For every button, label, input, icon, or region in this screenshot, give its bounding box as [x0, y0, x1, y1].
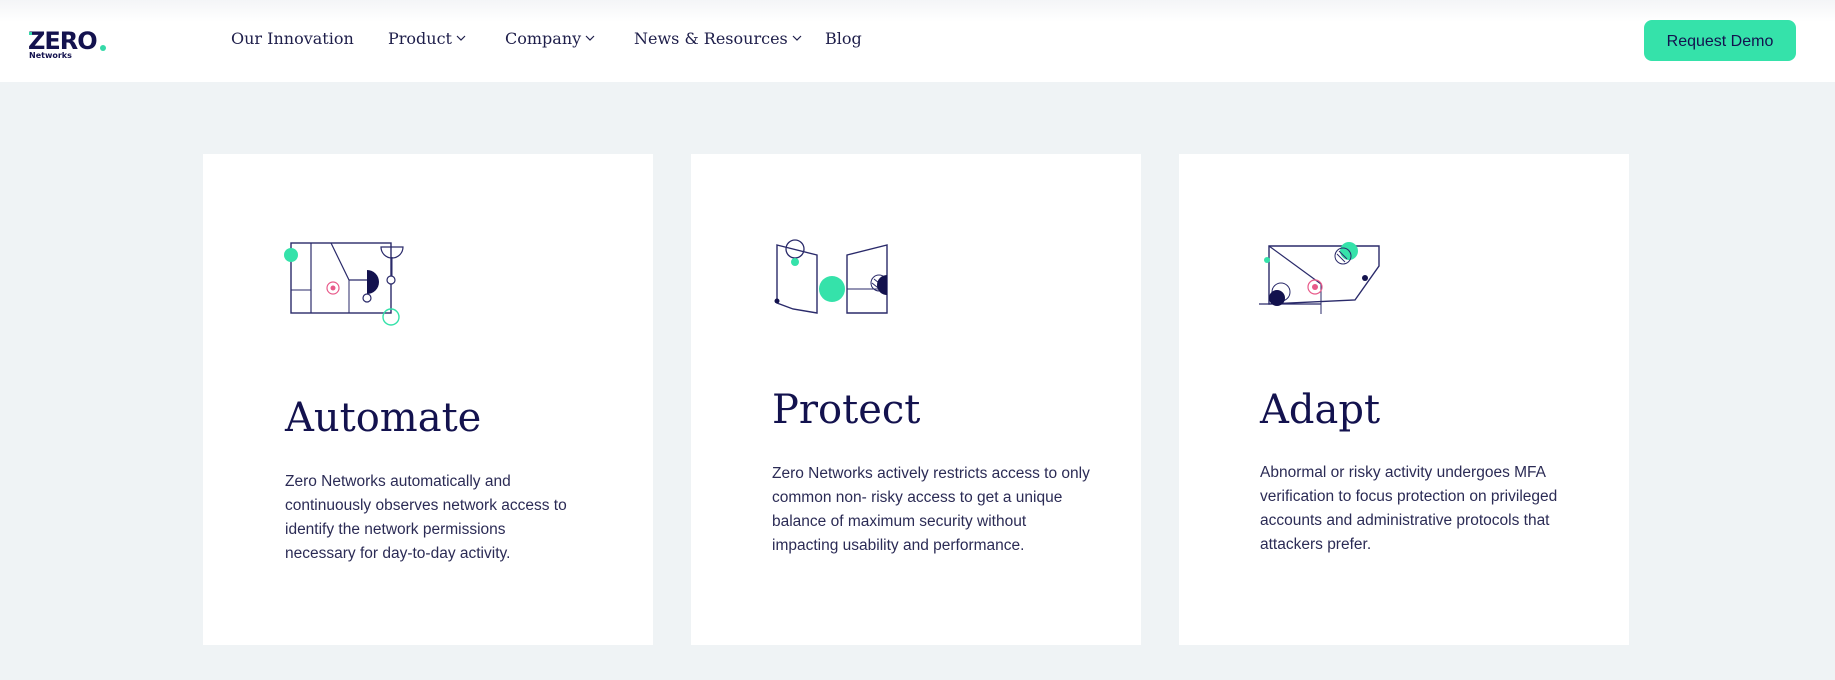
- top-navigation-bar: ZERO Networks Our Innovation Product Com…: [0, 0, 1835, 82]
- logo-accent-dot: [100, 45, 106, 51]
- feature-card-adapt: Adapt Abnormal or risky activity undergo…: [1179, 154, 1629, 645]
- chevron-down-icon: [585, 35, 595, 41]
- nav-news-resources[interactable]: News & Resources: [634, 28, 802, 50]
- card-text-automate: Zero Networks automatically and continuo…: [285, 473, 567, 562]
- nav-blog[interactable]: Blog: [825, 28, 862, 50]
- nav-our-innovation-label: Our Innovation: [231, 29, 354, 48]
- card-title-protect: Protect: [772, 387, 921, 433]
- request-demo-button[interactable]: Request Demo: [1644, 20, 1796, 61]
- card-title-automate: Automate: [285, 395, 482, 441]
- nav-news-resources-label: News & Resources: [634, 29, 788, 48]
- card-text-adapt: Abnormal or risky activity undergoes MFA…: [1260, 464, 1558, 553]
- nav-blog-label: Blog: [825, 29, 862, 48]
- logo-subtitle: Networks: [29, 51, 72, 60]
- automate-illustration-icon: [284, 242, 404, 326]
- feature-card-automate: Automate Zero Networks automatically and…: [203, 154, 653, 645]
- nav-product-label: Product: [388, 29, 452, 48]
- logo-accent-tick: [29, 32, 32, 35]
- chevron-down-icon: [792, 35, 802, 41]
- adapt-illustration-icon: [1259, 242, 1380, 314]
- card-title-adapt: Adapt: [1260, 387, 1381, 433]
- chevron-down-icon: [456, 35, 466, 41]
- protect-illustration-icon: [774, 239, 888, 314]
- zero-networks-logo[interactable]: ZERO Networks: [28, 28, 118, 64]
- nav-company[interactable]: Company: [505, 28, 595, 50]
- nav-product[interactable]: Product: [388, 28, 466, 50]
- card-text-protect: Zero Networks actively restricts access …: [772, 465, 1090, 554]
- nav-company-label: Company: [505, 29, 582, 48]
- nav-our-innovation[interactable]: Our Innovation: [231, 28, 354, 50]
- feature-card-protect: Protect Zero Networks actively restricts…: [691, 154, 1141, 645]
